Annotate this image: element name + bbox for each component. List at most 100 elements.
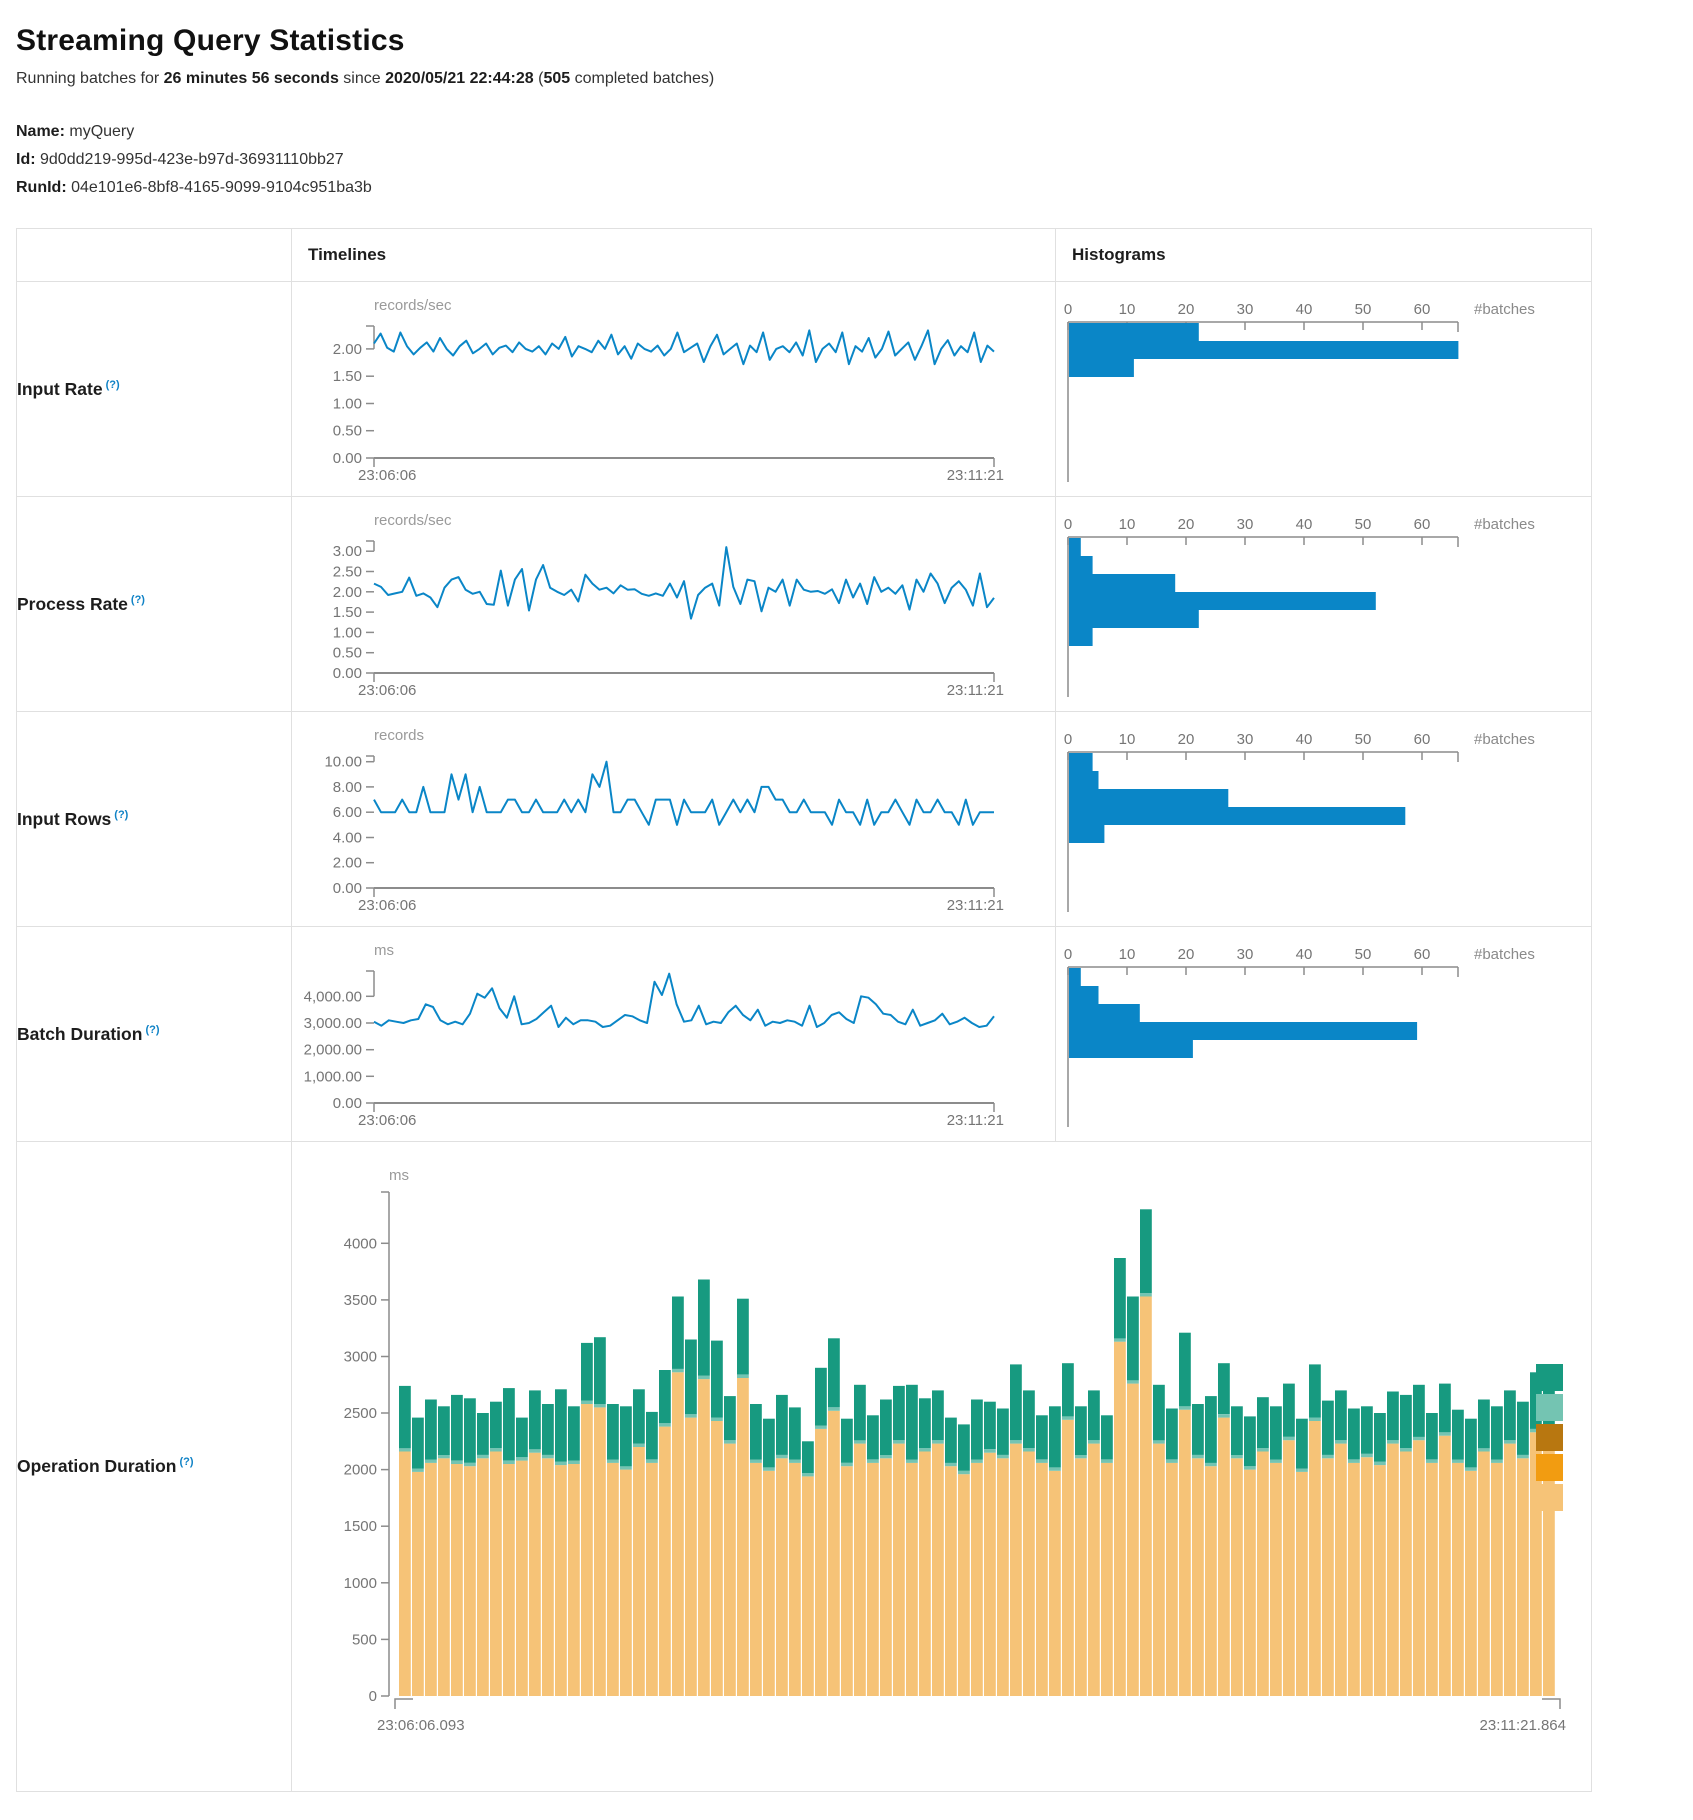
input-rate-timeline-cell: records/sec0.000.501.001.502.0023:06:062… [292, 282, 1056, 497]
svg-text:50: 50 [1355, 731, 1372, 748]
svg-text:0.00: 0.00 [333, 665, 362, 682]
input-rate-label-cell: Input Rate(?) [17, 282, 292, 497]
summary-open-paren: ( [534, 70, 544, 87]
svg-text:2.50: 2.50 [333, 564, 362, 581]
query-runid-line: RunId: 04e101e6-8bf8-4165-9099-9104c951b… [16, 174, 1677, 202]
process-rate-timeline-chart: records/sec0.000.501.001.502.002.503.002… [292, 505, 1055, 703]
svg-text:1500: 1500 [344, 1518, 377, 1535]
table-row: Input Rows(?) records0.002.004.006.008.0… [17, 712, 1592, 927]
process-rate-help-icon[interactable]: (?) [131, 594, 145, 606]
process-rate-histogram-cell: 0102030405060#batches [1056, 497, 1592, 712]
table-row: Batch Duration(?) ms0.001,000.002,000.00… [17, 927, 1592, 1142]
svg-text:40: 40 [1296, 516, 1313, 533]
svg-text:2,000.00: 2,000.00 [304, 1042, 362, 1059]
svg-text:30: 30 [1237, 946, 1254, 963]
table-row: Operation Duration(?) ms0500100015002000… [17, 1142, 1592, 1792]
svg-text:0.00: 0.00 [333, 1095, 362, 1112]
input-rows-label: Input Rows [17, 809, 111, 829]
svg-text:3,000.00: 3,000.00 [304, 1015, 362, 1032]
svg-text:records/sec: records/sec [374, 297, 452, 314]
svg-text:10.00: 10.00 [324, 754, 362, 771]
input-rows-help-icon[interactable]: (?) [114, 809, 128, 821]
input-rate-histogram-cell: 0102030405060#batches [1056, 282, 1592, 497]
svg-text:10: 10 [1119, 516, 1136, 533]
svg-text:30: 30 [1237, 516, 1254, 533]
svg-text:3.00: 3.00 [333, 543, 362, 560]
table-row: Process Rate(?) records/sec 0.00 0.50 1.00 1… [17, 497, 1592, 712]
input-rows-timeline-chart: records0.002.004.006.008.0010.0023:06:06… [292, 720, 1055, 918]
svg-text:1.50: 1.50 [333, 368, 362, 385]
svg-text:500: 500 [352, 1631, 377, 1648]
svg-text:2500: 2500 [344, 1405, 377, 1422]
svg-text:2.00: 2.00 [333, 855, 362, 872]
timelines-header: Timelines [292, 229, 1056, 282]
input-rows-histogram-cell: 0102030405060#batches [1056, 712, 1592, 927]
process-rate-histogram-chart: 0102030405060#batches [1056, 505, 1591, 703]
legend-swatch [1536, 1484, 1563, 1511]
svg-text:23:06:06: 23:06:06 [358, 467, 416, 484]
svg-text:0.00: 0.00 [333, 450, 362, 467]
query-name-line: Name: myQuery [16, 118, 1677, 146]
query-metadata: Name: myQuery Id: 9d0dd219-995d-423e-b97… [16, 118, 1677, 202]
svg-text:23:11:21: 23:11:21 [947, 897, 1004, 914]
input-rate-help-icon[interactable]: (?) [106, 379, 120, 391]
svg-text:40: 40 [1296, 731, 1313, 748]
query-name: myQuery [69, 123, 134, 140]
svg-text:0.50: 0.50 [333, 423, 362, 440]
svg-text:20: 20 [1178, 946, 1195, 963]
svg-text:23:06:06: 23:06:06 [358, 1112, 416, 1129]
query-id: 9d0dd219-995d-423e-b97d-36931110bb27 [40, 151, 344, 168]
svg-text:23:06:06: 23:06:06 [358, 682, 416, 699]
svg-text:23:11:21.864: 23:11:21.864 [1480, 1717, 1566, 1734]
batch-duration-label: Batch Duration [17, 1024, 142, 1044]
batch-duration-histogram-cell: 0102030405060#batches [1056, 927, 1592, 1142]
start-timestamp: 2020/05/21 22:44:28 [385, 70, 534, 87]
svg-text:10: 10 [1119, 301, 1136, 318]
svg-text:0: 0 [1064, 946, 1072, 963]
svg-text:23:11:21: 23:11:21 [947, 467, 1004, 484]
svg-text:1.00: 1.00 [333, 396, 362, 413]
svg-text:1.00: 1.00 [333, 624, 362, 641]
histograms-header: Histograms [1056, 229, 1592, 282]
svg-text:40: 40 [1296, 946, 1313, 963]
completed-batches-count: 505 [543, 70, 570, 87]
name-label: Name: [16, 123, 65, 140]
process-rate-label: Process Rate [17, 594, 128, 614]
svg-text:records/sec: records/sec [374, 512, 452, 529]
svg-text:#batches: #batches [1474, 516, 1535, 533]
svg-text:6.00: 6.00 [333, 804, 362, 821]
svg-text:ms: ms [389, 1167, 409, 1184]
operation-duration-chart-cell: ms0500100015002000250030003500400023:06:… [292, 1142, 1592, 1792]
svg-text:3000: 3000 [344, 1348, 377, 1365]
svg-text:0: 0 [1064, 731, 1072, 748]
summary-suffix: completed batches) [570, 70, 714, 87]
legend-swatch [1536, 1394, 1563, 1421]
batch-duration-help-icon[interactable]: (?) [145, 1024, 159, 1036]
input-rate-histogram-chart: 0102030405060#batches [1056, 290, 1591, 488]
legend-swatch [1536, 1424, 1563, 1451]
svg-text:23:06:06.093: 23:06:06.093 [377, 1717, 465, 1734]
query-id-line: Id: 9d0dd219-995d-423e-b97d-36931110bb27 [16, 146, 1677, 174]
svg-text:4.00: 4.00 [333, 830, 362, 847]
svg-text:30: 30 [1237, 731, 1254, 748]
svg-text:20: 20 [1178, 516, 1195, 533]
batch-duration-label-cell: Batch Duration(?) [17, 927, 292, 1142]
legend-swatch [1536, 1364, 1563, 1391]
svg-text:0.50: 0.50 [333, 645, 362, 662]
batch-duration-histogram-chart: 0102030405060#batches [1056, 935, 1591, 1133]
running-batches-summary: Running batches for 26 minutes 56 second… [16, 70, 1677, 88]
input-rows-label-cell: Input Rows(?) [17, 712, 292, 927]
input-rows-timeline-cell: records0.002.004.006.008.0010.0023:06:06… [292, 712, 1056, 927]
batch-duration-timeline-chart: ms0.001,000.002,000.003,000.004,000.0023… [292, 935, 1055, 1133]
operation-duration-help-icon[interactable]: (?) [179, 1456, 193, 1468]
empty-header-cell [17, 229, 292, 282]
process-rate-timeline-cell: records/sec0.000.501.001.502.002.503.002… [292, 497, 1056, 712]
table-row: Input Rate(?) records/sec 0.00 0.50 1.00 1.5… [17, 282, 1592, 497]
statistics-table: Timelines Histograms Input Rate(?) recor… [16, 228, 1592, 1792]
svg-text:4,000.00: 4,000.00 [304, 988, 362, 1005]
process-rate-label-cell: Process Rate(?) [17, 497, 292, 712]
svg-text:60: 60 [1414, 731, 1431, 748]
svg-text:23:06:06: 23:06:06 [358, 897, 416, 914]
svg-text:0: 0 [1064, 516, 1072, 533]
operation-duration-chart: ms0500100015002000250030003500400023:06:… [292, 1158, 1591, 1776]
